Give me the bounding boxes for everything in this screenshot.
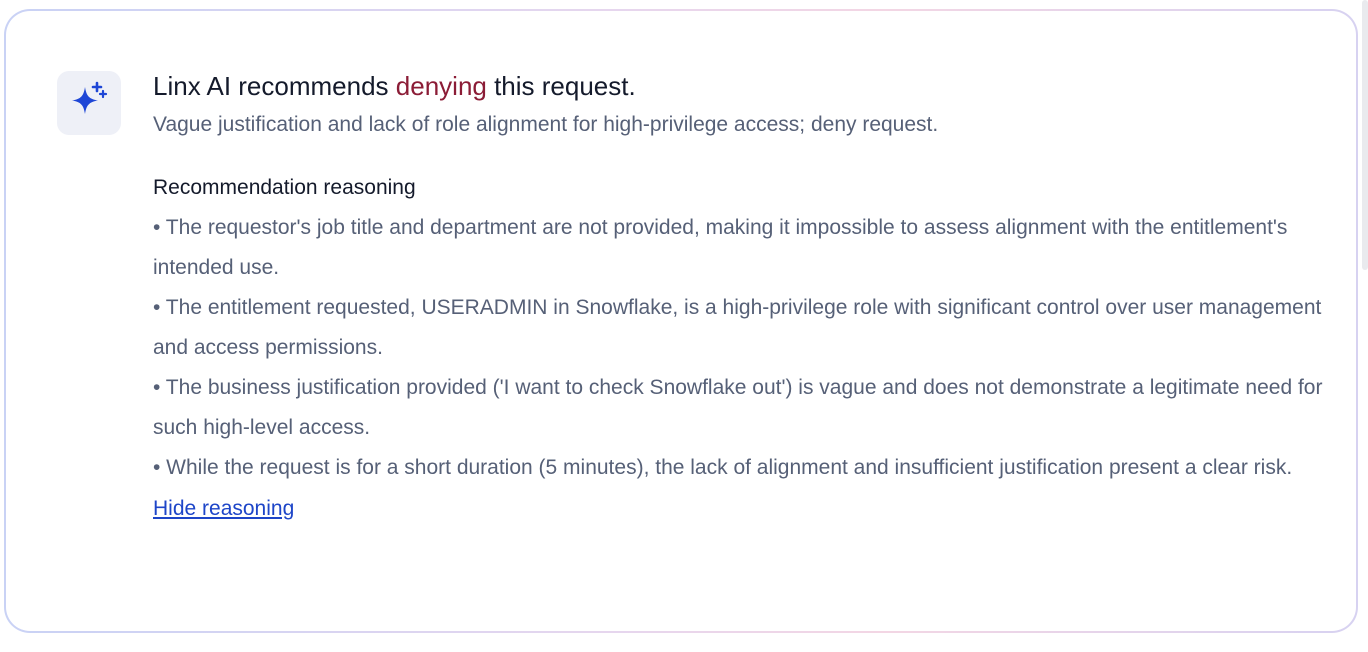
ai-recommendation-card-border: Linx AI recommends denying this request.… bbox=[4, 9, 1358, 633]
headline-prefix: Linx AI recommends bbox=[153, 71, 396, 101]
reasoning-title: Recommendation reasoning bbox=[153, 176, 416, 199]
page-scrollbar[interactable] bbox=[1362, 0, 1368, 270]
reasoning-item: • The requestor's job title and departme… bbox=[153, 216, 1288, 279]
recommendation-summary: Vague justification and lack of role ali… bbox=[153, 113, 939, 136]
hide-reasoning-link[interactable]: Hide reasoning bbox=[153, 494, 294, 524]
sparkles-icon bbox=[72, 81, 108, 114]
reasoning-item: • The entitlement requested, USERADMIN i… bbox=[153, 296, 1322, 359]
ai-icon-container bbox=[57, 71, 121, 135]
headline-suffix: this request. bbox=[486, 71, 636, 101]
recommendation-headline: Linx AI recommends denying this request. bbox=[153, 69, 1323, 103]
headline-verdict: denying bbox=[395, 71, 487, 101]
ai-recommendation-card: Linx AI recommends denying this request.… bbox=[6, 11, 1356, 631]
reasoning-list: • The requestor's job title and departme… bbox=[153, 208, 1323, 488]
recommendation-content: Linx AI recommends denying this request.… bbox=[153, 69, 1323, 524]
reasoning-item: • While the request is for a short durat… bbox=[153, 456, 1293, 479]
reasoning-item: • The business justification provided ('… bbox=[153, 376, 1323, 439]
